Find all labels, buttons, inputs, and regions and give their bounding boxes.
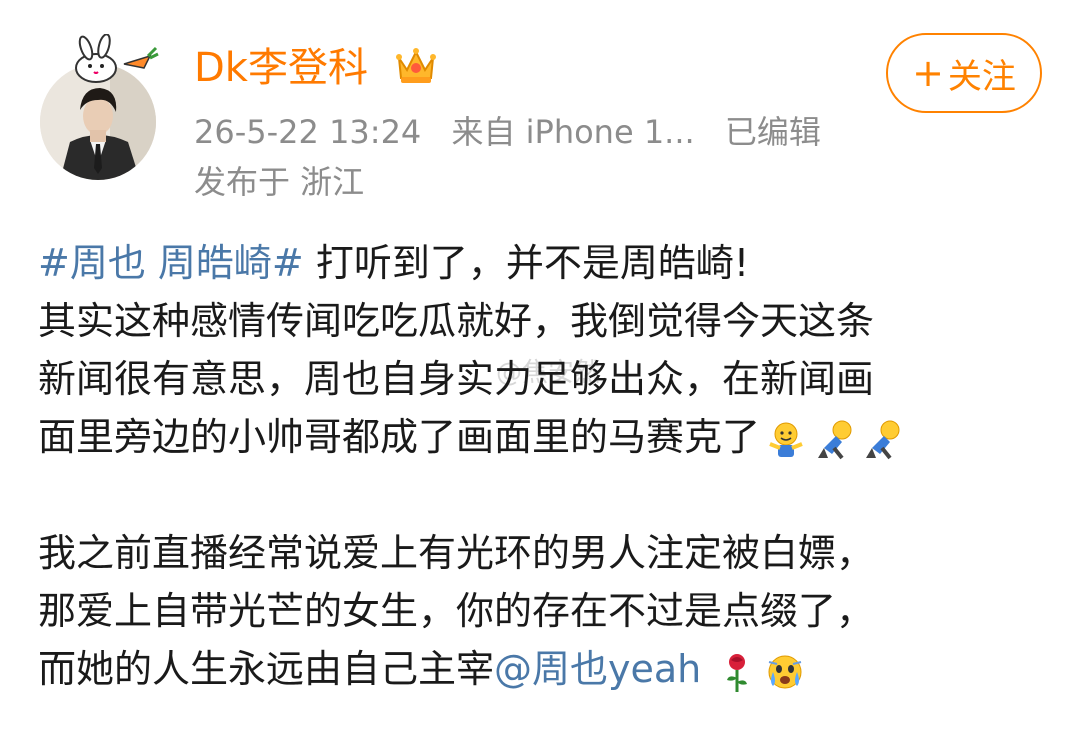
avatar-wrap[interactable] — [38, 33, 160, 180]
content-line: 我之前直播经常说爱上有光环的男人注定被白嫖， — [38, 531, 875, 575]
follow-label: 关注 — [947, 56, 1016, 97]
edited-label[interactable]: 已编辑 — [725, 113, 821, 151]
plus-icon: + — [912, 51, 944, 95]
content-line: 那爱上自带光芒的女生，你的存在不过是点缀了， — [38, 589, 875, 633]
username[interactable]: Dk李登科 — [194, 40, 368, 96]
hashtag-link[interactable]: #周也 周皓崎# — [38, 241, 304, 285]
kneel-emoji-icon — [812, 418, 856, 462]
timestamp: 26-5-22 13:24 — [194, 113, 422, 151]
hug-emoji-icon — [764, 418, 808, 462]
location: 发布于 浙江 — [194, 163, 365, 201]
touched-tears-emoji-icon — [763, 650, 807, 694]
content-line: #周也 周皓崎# 打听到了，并不是周皓崎! — [38, 234, 1048, 292]
kneel-emoji-icon — [860, 418, 904, 462]
content-text: 打听到了，并不是周皓崎! — [303, 241, 750, 285]
content-line: 新闻很有意思，周也自身实力足够出众，在新闻画 — [38, 357, 875, 401]
rose-emoji-icon — [715, 650, 759, 694]
source: 来自 iPhone 1... — [451, 113, 695, 151]
post-content: #周也 周皓崎# 打听到了，并不是周皓崎! 其实这种感情传闻吃吃瓜就好，我倒觉得… — [38, 234, 1048, 698]
vip-crown-icon[interactable] — [393, 44, 439, 88]
content-line: 面里旁边的小帅哥都成了画面里的马赛克了 — [38, 408, 1048, 466]
content-line: 而她的人生永远由自己主宰@周也yeah — [38, 640, 1048, 698]
content-line: 其实这种感情传闻吃吃瓜就好，我倒觉得今天这条 — [38, 299, 875, 343]
post-meta: 26-5-22 13:24 来自 iPhone 1... 已编辑 — [194, 110, 841, 154]
avatar-pendant-bunny-icon — [64, 33, 174, 86]
content-text: 而她的人生永远由自己主宰 — [38, 647, 495, 691]
mention-link[interactable]: @周也yeah — [494, 647, 701, 691]
follow-button[interactable]: + 关注 — [886, 33, 1042, 113]
content-text: 面里旁边的小帅哥都成了画面里的马赛克了 — [38, 415, 761, 459]
